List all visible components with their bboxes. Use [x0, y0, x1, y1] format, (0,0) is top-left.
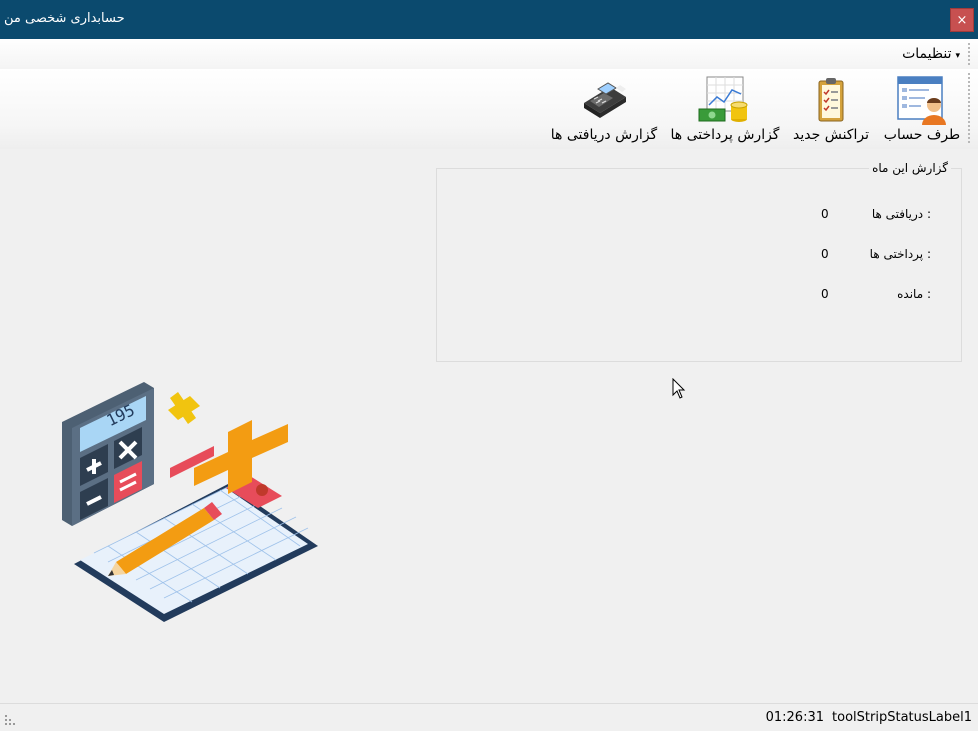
receipts-report-button[interactable]: گزارش دریافتی ها [548, 75, 660, 145]
status-bar: 01:26:31 toolStripStatusLabel1 [0, 703, 978, 731]
balance-row: مانده : 0 [437, 287, 961, 303]
chevron-down-icon: ▾ [955, 51, 960, 61]
mouse-cursor-icon [672, 377, 686, 404]
money-chart-icon [698, 76, 748, 122]
paid-row: پرداختی ها : 0 [437, 247, 961, 263]
calculator-illustration: 195 [50, 378, 330, 632]
payments-report-button[interactable]: گزارش پرداختی ها [668, 75, 782, 145]
received-value: 0 [821, 207, 829, 221]
monthly-report-group: گزارش این ماه دریافتی ها : 0 پرداختی ها … [436, 161, 962, 362]
payments-report-label: گزارش پرداختی ها [670, 127, 780, 143]
paid-value: 0 [821, 247, 829, 261]
pos-terminal-icon [584, 82, 626, 118]
status-time: 01:26:31 [765, 710, 824, 725]
settings-menu-label: تنظیمات [902, 46, 952, 62]
account-party-label: طرف حساب [883, 127, 961, 143]
receipts-report-label: گزارش دریافتی ها [550, 127, 658, 143]
balance-label: مانده : [897, 287, 931, 301]
menu-grip-icon [968, 43, 972, 65]
paid-label: پرداختی ها : [869, 247, 931, 261]
toolbar-grip-icon [968, 73, 972, 143]
balance-value: 0 [821, 287, 829, 301]
window-title: حسابداری شخصی من [4, 11, 125, 26]
received-label: دریافتی ها : [871, 207, 931, 221]
new-transaction-button[interactable]: تراکنش جدید [790, 75, 872, 145]
account-person-icon [897, 76, 946, 125]
clipboard-icon [818, 78, 844, 122]
monthly-report-title: گزارش این ماه [869, 161, 951, 175]
title-bar: حسابداری شخصی من × [0, 0, 978, 39]
settings-menu[interactable]: تنظیمات ▾ [902, 46, 960, 62]
menu-bar: تنظیمات ▾ [0, 39, 978, 69]
calculator-illustration-icon: 195 [62, 382, 318, 622]
new-transaction-label: تراکنش جدید [793, 127, 869, 143]
toolbar: طرف حساب تراکنش جدید گزارش پرداختی ها گز… [0, 69, 978, 149]
received-row: دریافتی ها : 0 [437, 207, 961, 223]
status-label: toolStripStatusLabel1 [832, 710, 972, 725]
resize-grip-icon[interactable] [4, 714, 16, 726]
close-button[interactable]: × [950, 8, 974, 32]
account-party-button[interactable]: طرف حساب [882, 75, 962, 145]
